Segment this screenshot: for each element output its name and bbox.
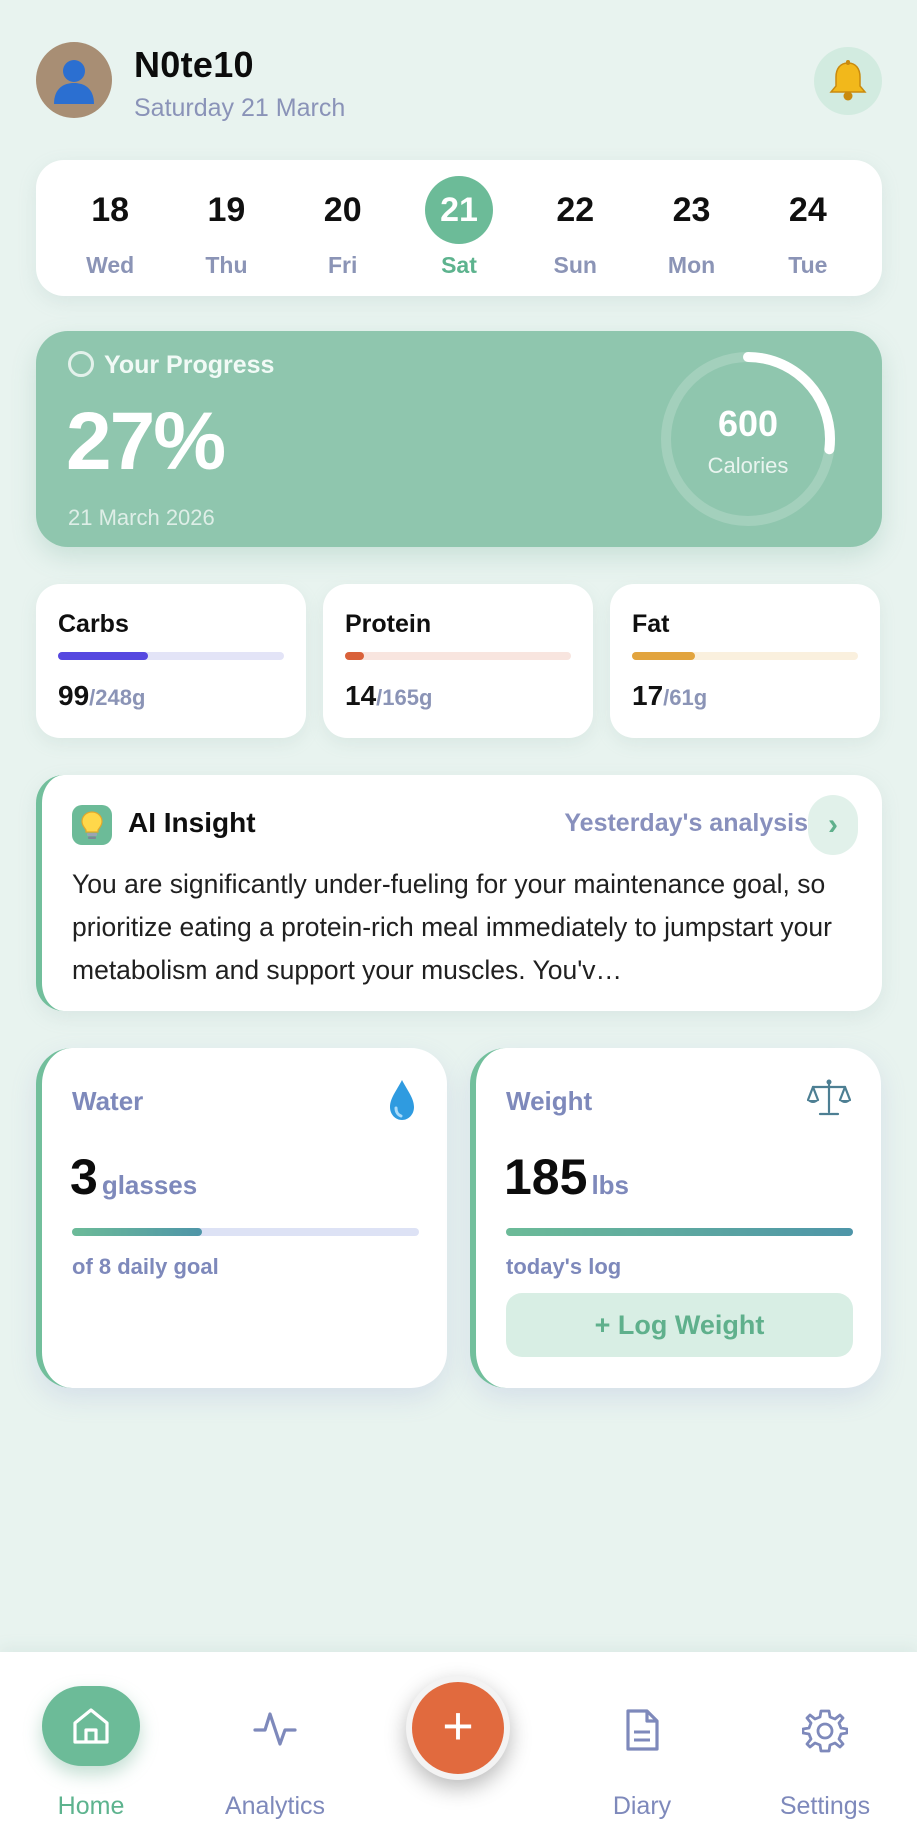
weight-unit: lbs [591, 1170, 630, 1200]
macro-card-fat[interactable]: Fat 17/61g [610, 584, 880, 738]
weight-value: 185 lbs [504, 1148, 629, 1206]
day-tue-24[interactable]: 24 Tue [760, 160, 856, 296]
macro-track [58, 652, 284, 660]
water-count: 3 [70, 1149, 98, 1205]
macro-title: Fat [632, 610, 670, 638]
day-name: Wed [86, 252, 135, 278]
macro-track [345, 652, 571, 660]
day-name: Sun [553, 252, 597, 278]
macro-amount: 17 [632, 680, 664, 711]
progress-date: 21 March 2026 [68, 505, 215, 530]
avatar[interactable] [36, 42, 112, 118]
day-number: 21 [424, 176, 493, 244]
water-value: 3 glasses [70, 1148, 197, 1206]
week-strip: 18 Wed 19 Thu 20 Fri 21 Sat 22 Sun 23 Mo… [36, 160, 882, 296]
water-unit: glasses [101, 1170, 198, 1200]
macro-goal: /248g [89, 685, 146, 710]
plus-icon: + [442, 1696, 474, 1756]
calories-label: Calories [707, 453, 789, 478]
day-sat-21-selected[interactable]: 21 Sat [411, 160, 507, 296]
home-icon [73, 1708, 109, 1744]
notification-button[interactable] [814, 47, 882, 115]
day-number: 23 [672, 190, 711, 229]
yesterday-analysis-link[interactable]: Yesterday's analysis [564, 809, 808, 838]
water-title: Water [72, 1086, 144, 1116]
weight-title: Weight [506, 1086, 593, 1116]
nav-settings[interactable]: Settings [745, 1652, 905, 1832]
lightbulb-icon [72, 805, 112, 845]
ai-insight-card[interactable]: AI Insight Yesterday's analysis › You ar… [36, 775, 882, 1011]
day-name: Fri [328, 252, 358, 278]
day-number: 19 [207, 190, 246, 229]
water-drop-icon [387, 1078, 417, 1127]
day-sun-22[interactable]: 22 Sun [527, 160, 623, 296]
water-goal-text: of 8 daily goal [72, 1254, 219, 1279]
insight-title: AI Insight [128, 807, 256, 838]
macro-goal: /165g [376, 685, 433, 710]
weight-card[interactable]: Weight 185 lbs today's log + Log Weight [470, 1048, 881, 1388]
weight-progress-fill [506, 1228, 853, 1236]
macro-goal: /61g [663, 685, 708, 710]
day-number: 20 [323, 190, 362, 229]
macro-track [632, 652, 858, 660]
day-number: 22 [556, 190, 595, 229]
header: N0te10 Saturday 21 March [36, 42, 882, 122]
water-progress-track [72, 1228, 419, 1236]
macro-value: 14/165g [345, 680, 432, 712]
macro-fill [345, 652, 365, 660]
day-number: 24 [788, 190, 827, 229]
macro-title: Protein [345, 610, 432, 638]
nav-settings-label: Settings [779, 1792, 871, 1820]
macro-card-protein[interactable]: Protein 14/165g [323, 584, 593, 738]
macro-amount: 99 [58, 680, 90, 711]
day-mon-23[interactable]: 23 Mon [644, 160, 740, 296]
macro-fill [632, 652, 696, 660]
weight-log-text: today's log [506, 1254, 622, 1279]
progress-card[interactable]: Your Progress 27% 21 March 2026 600 Calo… [36, 331, 882, 547]
day-name: Thu [205, 252, 248, 278]
water-card[interactable]: Water 3 glasses of 8 daily goal [36, 1048, 447, 1388]
macro-card-carbs[interactable]: Carbs 99/248g [36, 584, 306, 738]
nav-diary-label: Diary [612, 1792, 672, 1820]
home-pill [42, 1686, 140, 1766]
day-name: Tue [788, 252, 828, 278]
nav-home[interactable]: Home [11, 1652, 171, 1832]
document-icon [626, 1709, 659, 1751]
nav-home-label: Home [57, 1792, 125, 1820]
add-button[interactable]: + [406, 1676, 510, 1780]
calories-value: 600 [717, 403, 779, 444]
macro-title: Carbs [58, 610, 129, 638]
day-thu-19[interactable]: 19 Thu [178, 160, 274, 296]
macro-value: 17/61g [632, 680, 707, 712]
progress-percent: 27% [66, 396, 226, 487]
chevron-right-icon[interactable]: › [808, 795, 858, 855]
water-progress-fill [72, 1228, 203, 1236]
nav-analytics-label: Analytics [224, 1792, 326, 1820]
day-name: Sat [441, 252, 477, 278]
nav-analytics[interactable]: Analytics [195, 1652, 355, 1832]
activity-icon [253, 1712, 297, 1746]
macro-value: 99/248g [58, 680, 145, 712]
bell-icon [829, 60, 867, 101]
weight-progress-track [506, 1228, 853, 1236]
macro-fill [58, 652, 149, 660]
progress-label: Your Progress [104, 351, 275, 379]
progress-dot-icon [68, 351, 94, 377]
day-number: 18 [91, 190, 130, 229]
user-name: N0te10 [134, 44, 254, 85]
user-icon [54, 60, 94, 104]
nav-diary[interactable]: Diary [562, 1652, 722, 1832]
gear-icon [802, 1709, 848, 1753]
weight-number: 185 [504, 1149, 588, 1205]
insight-text: You are significantly under-fueling for … [72, 869, 832, 985]
macro-amount: 14 [345, 680, 377, 711]
scale-icon [806, 1078, 852, 1123]
day-fri-20[interactable]: 20 Fri [295, 160, 391, 296]
current-date: Saturday 21 March [134, 94, 346, 122]
log-weight-button[interactable]: + Log Weight [506, 1293, 853, 1357]
day-wed-18[interactable]: 18 Wed [62, 160, 158, 296]
day-name: Mon [667, 252, 716, 278]
